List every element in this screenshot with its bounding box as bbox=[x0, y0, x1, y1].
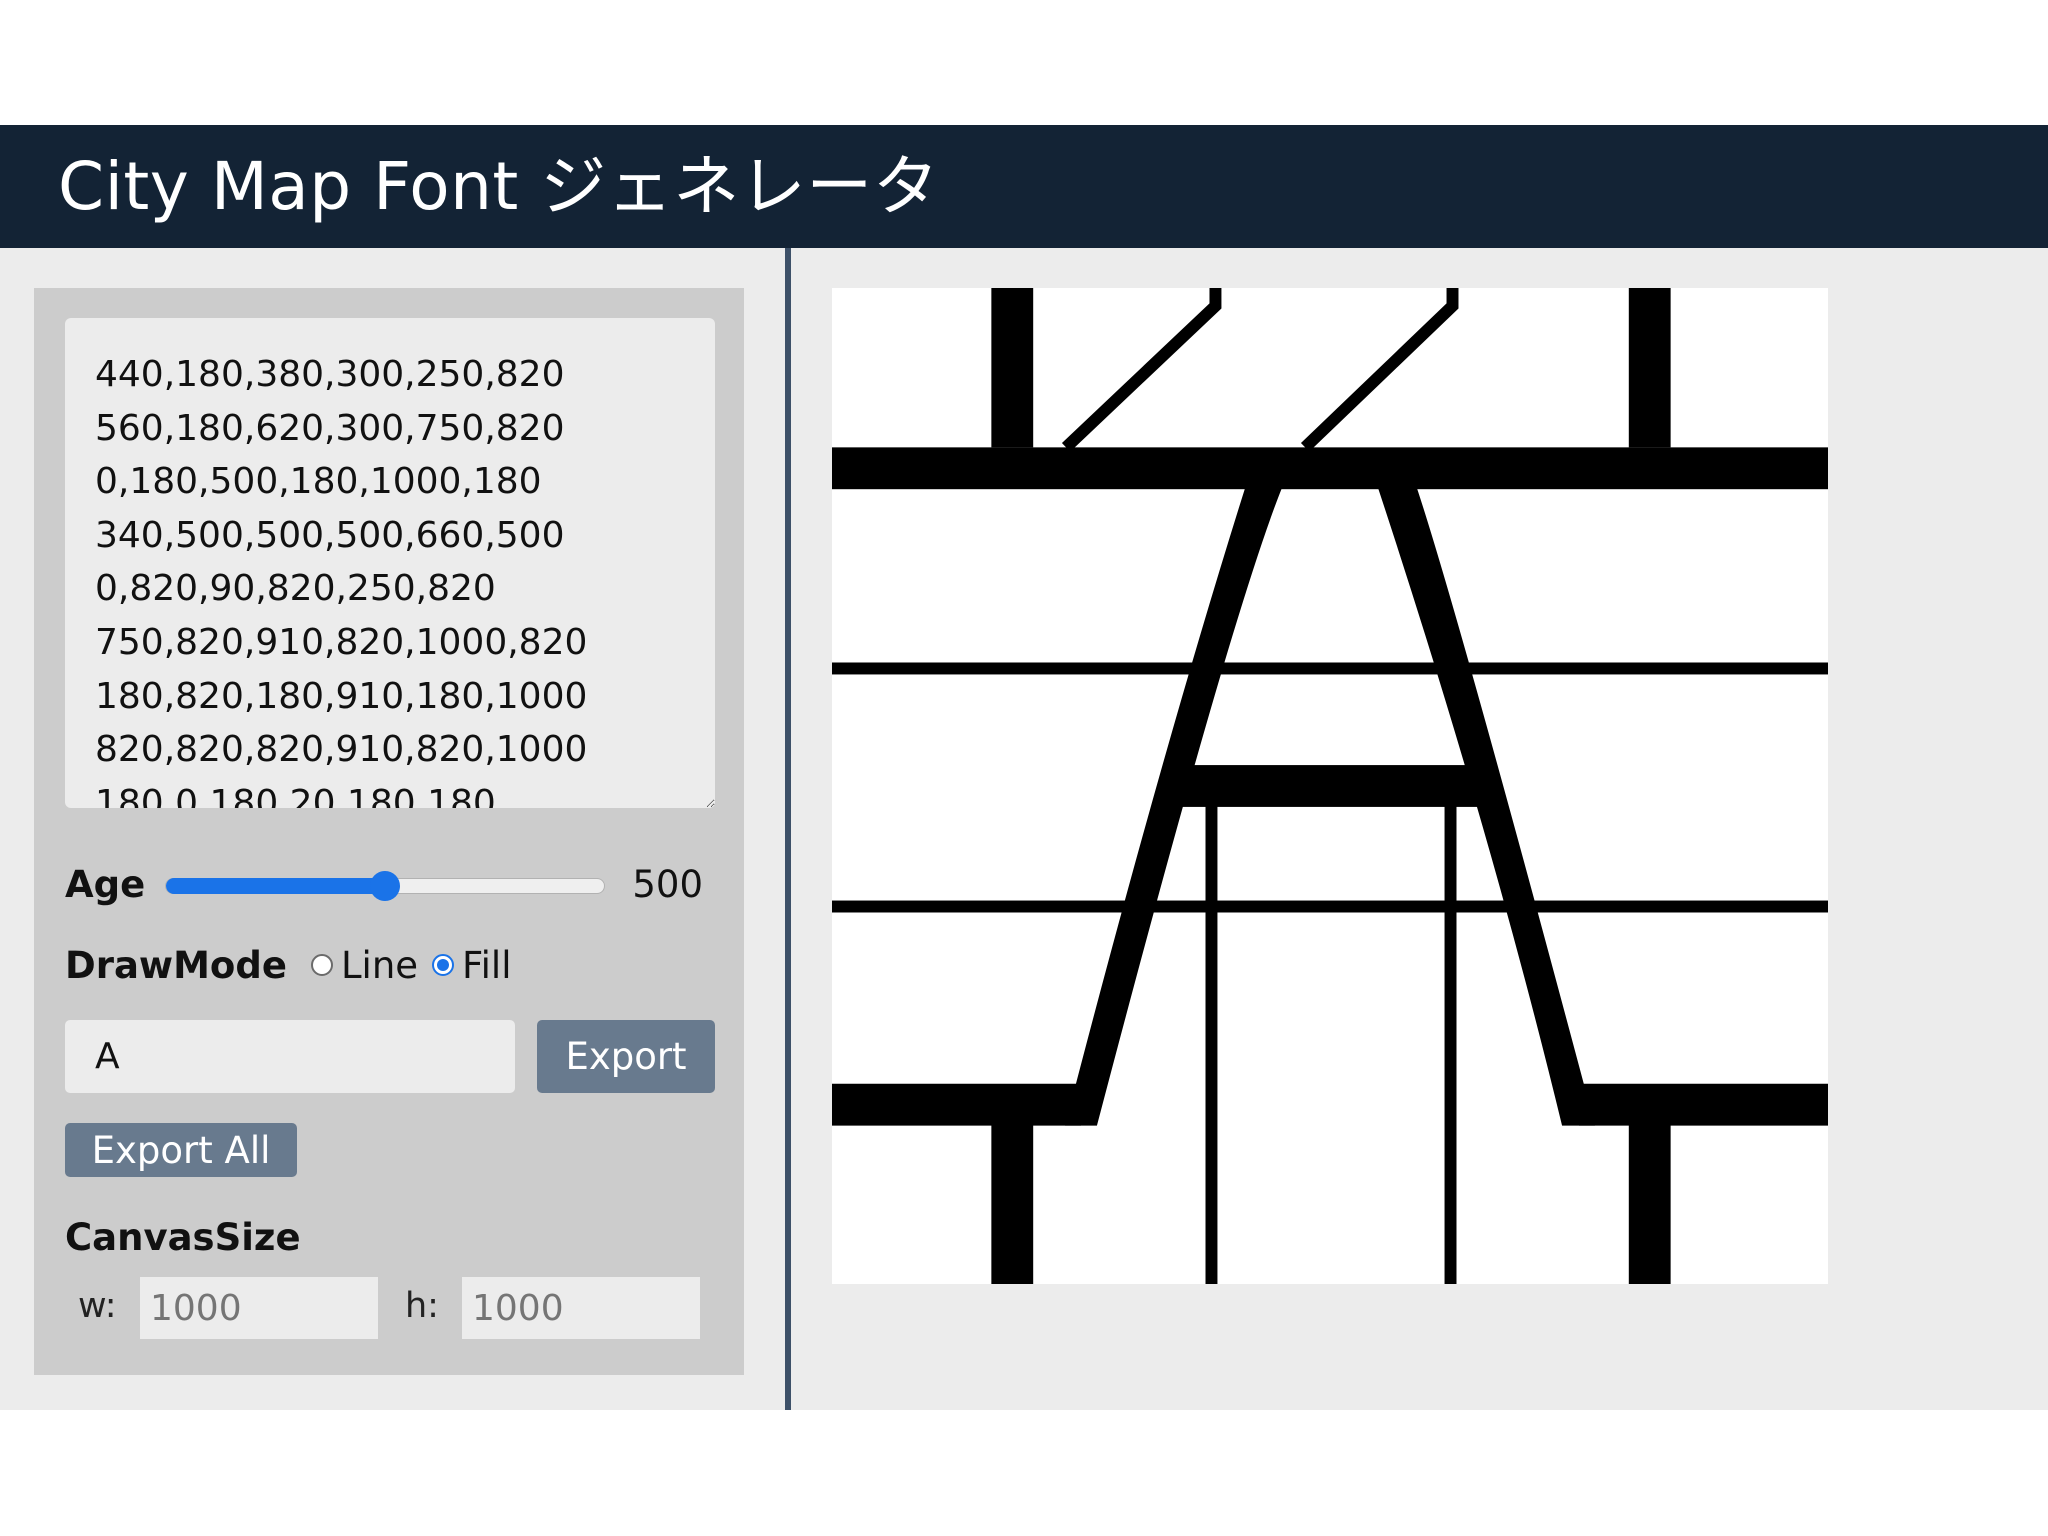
app-title: City Map Font ジェネレータ bbox=[58, 147, 940, 225]
radio-fill-label[interactable]: Fill bbox=[462, 944, 511, 987]
street-vertical-left-top bbox=[991, 288, 1034, 448]
radio-fill[interactable] bbox=[432, 954, 455, 976]
radio-line[interactable] bbox=[310, 954, 333, 976]
width-label: w: bbox=[78, 1286, 117, 1326]
street-vertical-right-top bbox=[1628, 288, 1671, 448]
glyph-crossbar bbox=[1168, 765, 1493, 807]
draw-mode-label: DrawMode bbox=[65, 943, 287, 987]
canvas-height-input[interactable] bbox=[462, 1277, 700, 1339]
street-horizontal-top bbox=[832, 447, 1828, 490]
age-slider-fill bbox=[166, 878, 386, 894]
draw-mode-control: DrawMode Line Fill bbox=[65, 940, 525, 990]
paths-textarea[interactable]: 440,180,380,300,250,820 560,180,620,300,… bbox=[65, 318, 715, 808]
workspace: 440,180,380,300,250,820 560,180,620,300,… bbox=[0, 248, 2048, 1410]
age-control: Age 500 bbox=[65, 853, 715, 913]
glyph-preview bbox=[832, 288, 1828, 1284]
canvas-size-label: CanvasSize bbox=[65, 1216, 301, 1259]
character-input[interactable] bbox=[65, 1020, 515, 1093]
control-panel: 440,180,380,300,250,820 560,180,620,300,… bbox=[34, 288, 744, 1375]
age-slider-thumb[interactable] bbox=[370, 871, 400, 901]
export-all-button[interactable]: Export All bbox=[65, 1123, 297, 1177]
street-vertical-right-bottom bbox=[1628, 1104, 1671, 1284]
export-button[interactable]: Export bbox=[537, 1020, 715, 1093]
street-horizontal-mid-1 bbox=[832, 662, 1828, 675]
radio-line-label[interactable]: Line bbox=[341, 944, 418, 987]
glyph-canvas bbox=[832, 288, 1828, 1284]
street-vertical-left-bottom bbox=[991, 1104, 1034, 1284]
canvas-width-input[interactable] bbox=[140, 1277, 378, 1339]
height-label: h: bbox=[405, 1286, 439, 1326]
age-value: 500 bbox=[632, 863, 703, 906]
app-header: City Map Font ジェネレータ bbox=[0, 125, 2048, 248]
street-horizontal-mid-2 bbox=[832, 900, 1828, 913]
panel-divider[interactable] bbox=[785, 248, 791, 1410]
street-inner-left bbox=[1205, 805, 1218, 1284]
age-label: Age bbox=[65, 863, 146, 906]
street-inner-right bbox=[1444, 805, 1457, 1284]
